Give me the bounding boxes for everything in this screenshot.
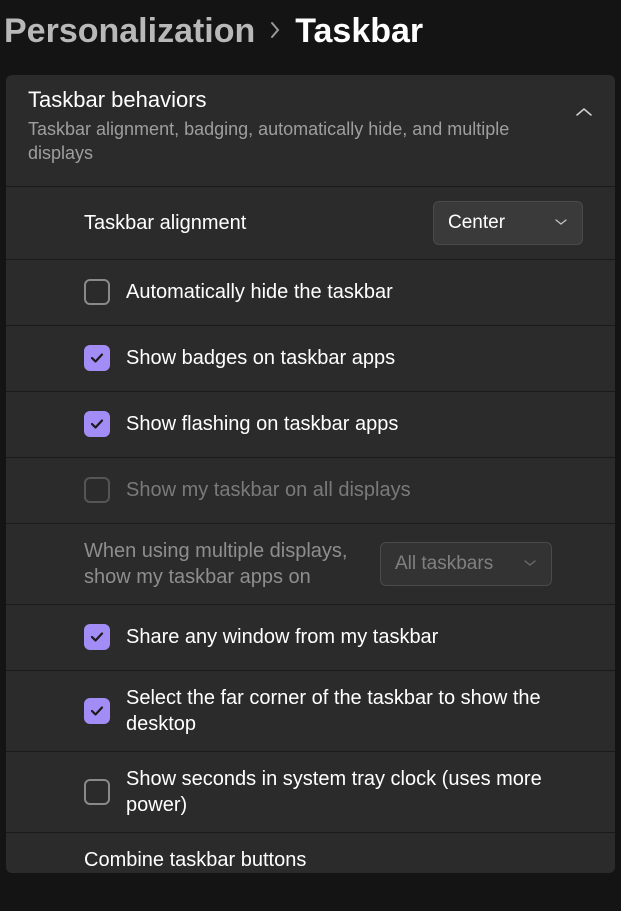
far-corner-checkbox[interactable] (84, 698, 110, 724)
auto-hide-label: Automatically hide the taskbar (126, 279, 583, 305)
clock-seconds-checkbox[interactable] (84, 779, 110, 805)
all-displays-checkbox (84, 477, 110, 503)
taskbar-alignment-row: Taskbar alignment Center (6, 186, 615, 259)
breadcrumb-current: Taskbar (295, 12, 423, 51)
combine-buttons-row: Combine taskbar buttons (6, 832, 615, 873)
section-title: Taskbar behaviors (28, 87, 575, 113)
flashing-checkbox[interactable] (84, 411, 110, 437)
combine-buttons-label: Combine taskbar buttons (84, 847, 583, 873)
auto-hide-checkbox[interactable] (84, 279, 110, 305)
clock-seconds-label: Show seconds in system tray clock (uses … (126, 766, 583, 818)
breadcrumb: Personalization Taskbar (0, 0, 621, 75)
far-corner-row[interactable]: Select the far corner of the taskbar to … (6, 670, 615, 751)
taskbar-behaviors-panel: Taskbar behaviors Taskbar alignment, bad… (6, 75, 615, 873)
panel-header[interactable]: Taskbar behaviors Taskbar alignment, bad… (6, 75, 615, 186)
far-corner-label: Select the far corner of the taskbar to … (126, 685, 583, 737)
badges-row[interactable]: Show badges on taskbar apps (6, 325, 615, 391)
dropdown-value: All taskbars (395, 553, 493, 575)
section-subtitle: Taskbar alignment, badging, automaticall… (28, 117, 575, 166)
taskbar-alignment-dropdown[interactable]: Center (433, 201, 583, 245)
multi-display-apps-dropdown: All taskbars (380, 542, 552, 586)
badges-label: Show badges on taskbar apps (126, 345, 583, 371)
chevron-down-icon (523, 556, 537, 571)
flashing-label: Show flashing on taskbar apps (126, 411, 583, 437)
clock-seconds-row[interactable]: Show seconds in system tray clock (uses … (6, 751, 615, 832)
multi-display-apps-row: When using multiple displays, show my ta… (6, 523, 615, 604)
chevron-right-icon (269, 19, 281, 45)
share-window-checkbox[interactable] (84, 624, 110, 650)
auto-hide-row[interactable]: Automatically hide the taskbar (6, 259, 615, 325)
flashing-row[interactable]: Show flashing on taskbar apps (6, 391, 615, 457)
taskbar-alignment-label: Taskbar alignment (84, 210, 417, 236)
multi-display-apps-label: When using multiple displays, show my ta… (84, 538, 364, 590)
chevron-down-icon (554, 215, 568, 230)
all-displays-label: Show my taskbar on all displays (126, 477, 583, 503)
share-window-row[interactable]: Share any window from my taskbar (6, 604, 615, 670)
breadcrumb-parent[interactable]: Personalization (4, 12, 255, 51)
share-window-label: Share any window from my taskbar (126, 624, 583, 650)
chevron-up-icon[interactable] (575, 87, 593, 123)
all-displays-row: Show my taskbar on all displays (6, 457, 615, 523)
dropdown-value: Center (448, 212, 505, 234)
badges-checkbox[interactable] (84, 345, 110, 371)
